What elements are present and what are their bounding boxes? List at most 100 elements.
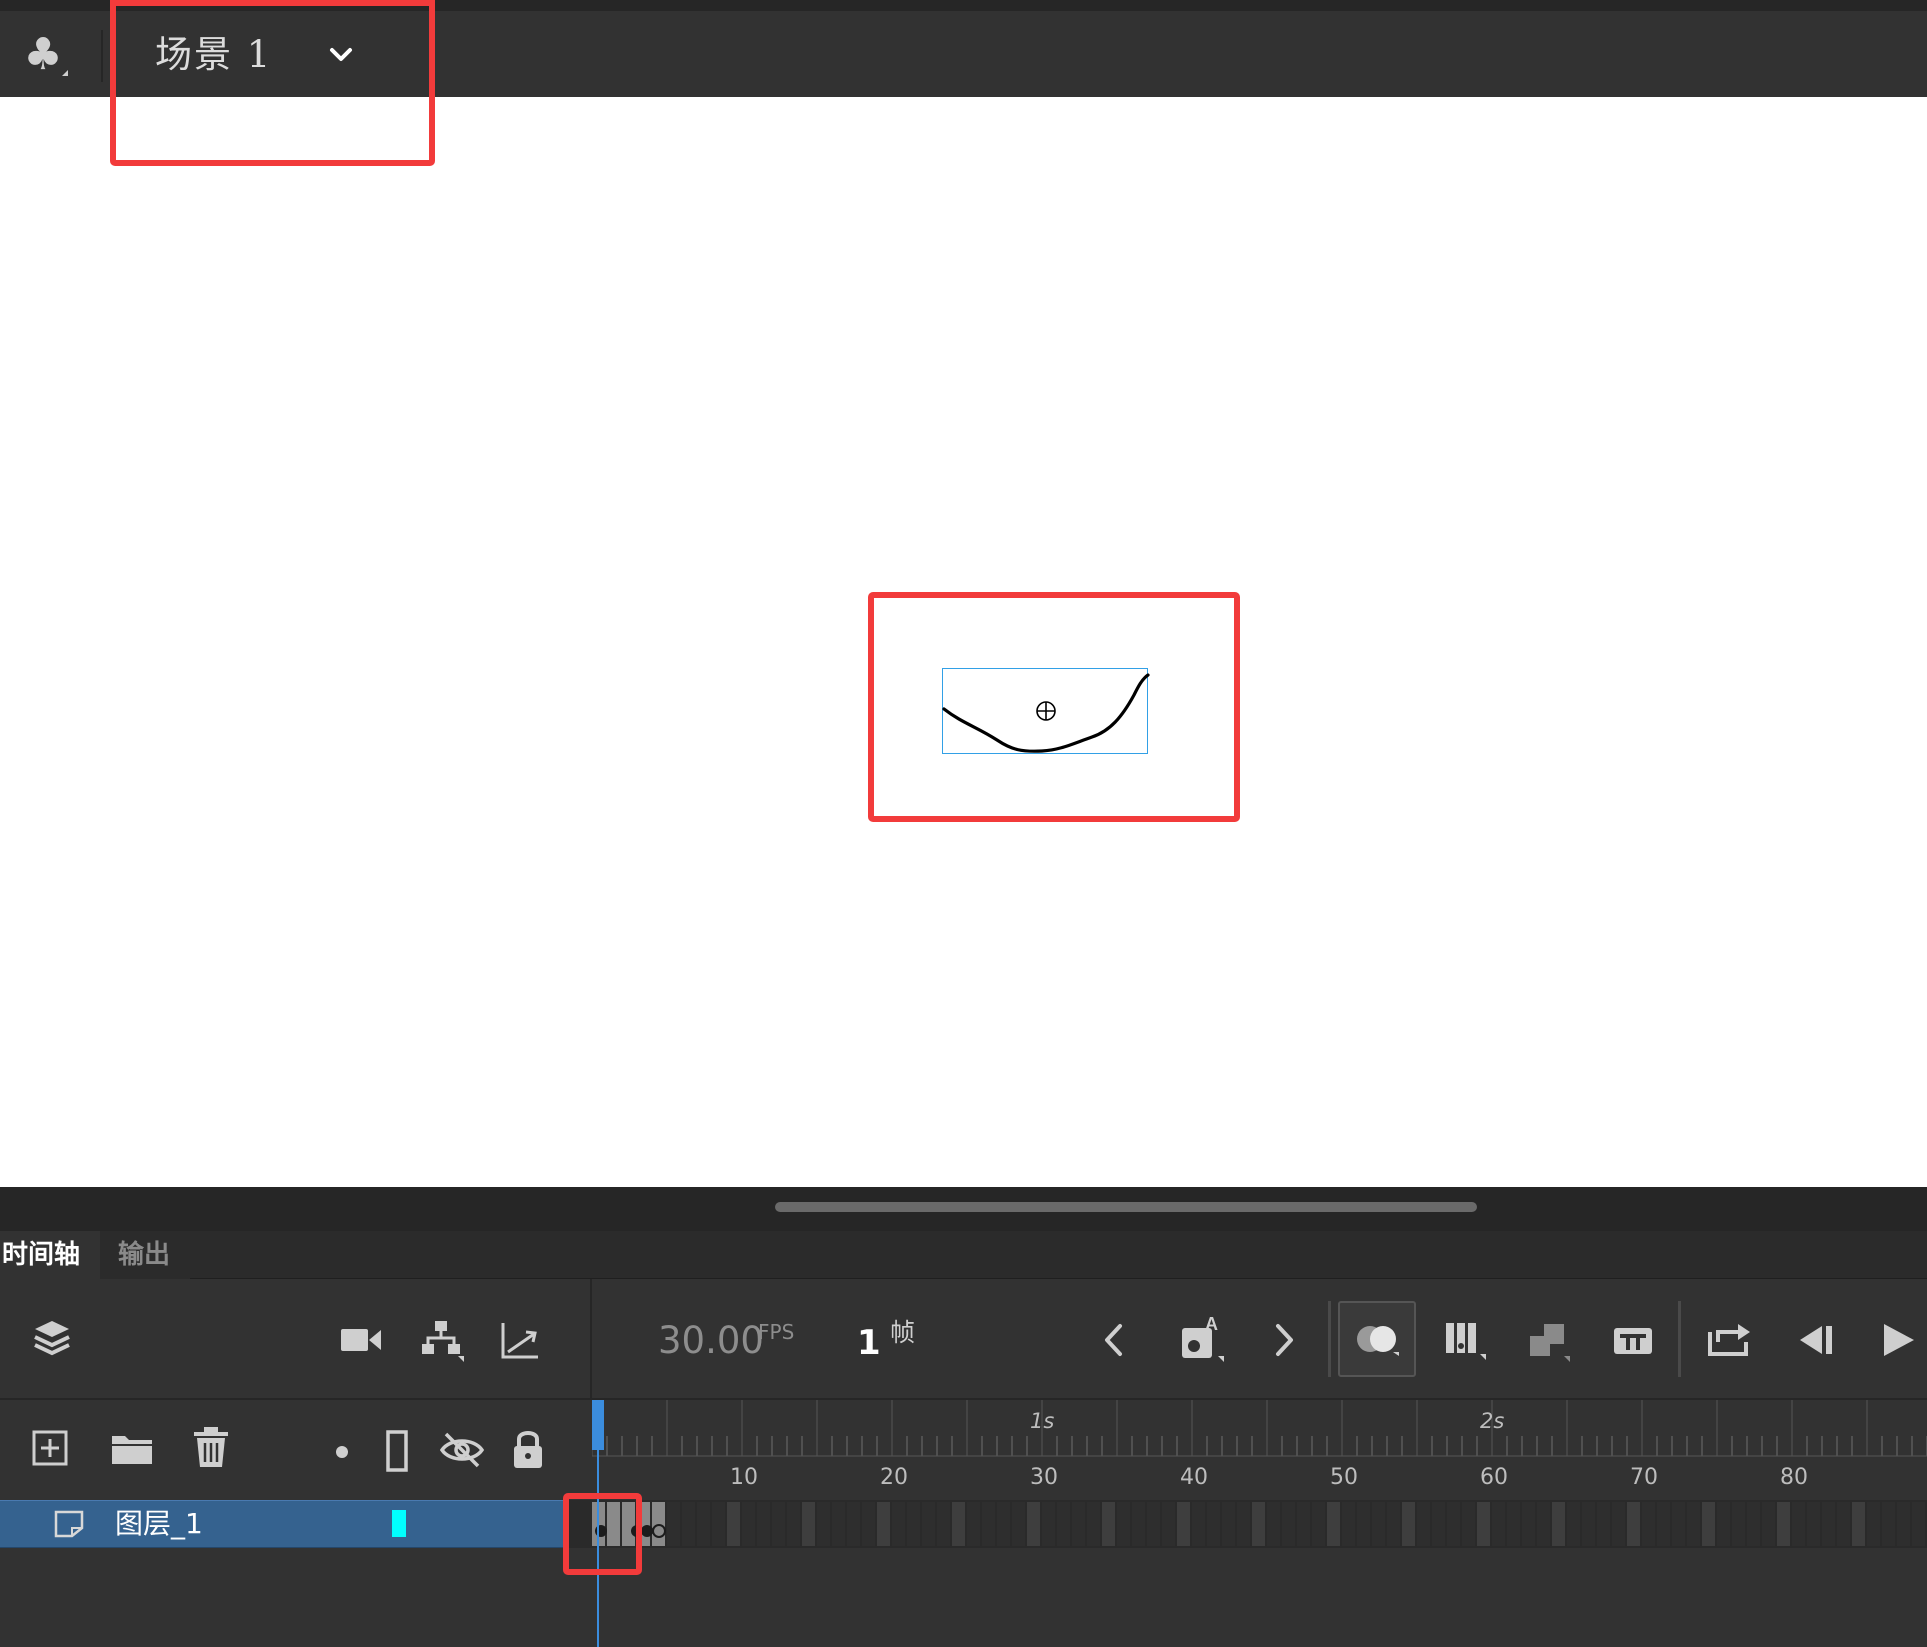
layer-to-symbol-icon[interactable] <box>1528 1320 1572 1362</box>
frame-cell <box>997 1502 1010 1546</box>
frame-cell <box>1372 1502 1385 1546</box>
lock-icon[interactable] <box>512 1428 544 1470</box>
chevron-right-icon[interactable] <box>1270 1322 1298 1358</box>
ruler-label-50: 50 <box>1330 1465 1358 1490</box>
ruler-label-70: 70 <box>1630 1465 1658 1490</box>
ruler-second-2: 2s <box>1480 1409 1505 1433</box>
parenting-icon[interactable] <box>420 1320 464 1362</box>
frame-cell <box>1102 1502 1115 1546</box>
edit-multiple-frames-icon[interactable] <box>1444 1320 1488 1360</box>
ruler-label-40: 40 <box>1180 1465 1208 1490</box>
stage-scrollbar-thumb[interactable] <box>775 1202 1477 1212</box>
chevron-left-icon[interactable] <box>1100 1322 1128 1358</box>
tab-timeline[interactable]: 时间轴 <box>0 1231 100 1279</box>
frame-cell <box>1192 1502 1205 1546</box>
step-back-icon[interactable] <box>1796 1322 1836 1358</box>
frame-cell <box>1822 1502 1835 1546</box>
panel-tab-bar <box>0 1231 1927 1279</box>
frame-cell <box>1747 1502 1760 1546</box>
frame-cell <box>1687 1502 1700 1546</box>
frame-cell <box>1357 1502 1370 1546</box>
frame-cell <box>1897 1502 1910 1546</box>
frame-cell <box>1642 1502 1655 1546</box>
frame-cell <box>667 1502 680 1546</box>
new-layer-icon[interactable] <box>32 1430 68 1466</box>
frame-cell <box>847 1502 860 1546</box>
frame-cell <box>1402 1502 1415 1546</box>
frame-cell <box>1792 1502 1805 1546</box>
current-frame[interactable]: 1 <box>857 1320 881 1366</box>
frame-cell <box>1852 1502 1865 1546</box>
loop-icon[interactable] <box>1706 1318 1752 1360</box>
frame-cell <box>1342 1502 1355 1546</box>
toolbar-divider <box>101 30 103 82</box>
frame-cell <box>652 1502 665 1546</box>
outline-icon[interactable] <box>386 1430 408 1472</box>
frame-cell <box>757 1502 770 1546</box>
trash-icon[interactable] <box>192 1426 230 1468</box>
graph-icon[interactable] <box>500 1320 540 1360</box>
frame-span-icon[interactable] <box>1612 1322 1654 1358</box>
frame-cell <box>1807 1502 1820 1546</box>
frame-cell <box>1327 1502 1340 1546</box>
frame-cell <box>1162 1502 1175 1546</box>
frame-cell <box>1582 1502 1595 1546</box>
frame-cell <box>1432 1502 1445 1546</box>
frame-cell <box>1702 1502 1715 1546</box>
frame-cell <box>1477 1502 1490 1546</box>
frame-cell <box>1657 1502 1670 1546</box>
ruler-label-30: 30 <box>1030 1465 1058 1490</box>
frame-cell <box>1297 1502 1310 1546</box>
frame-cell <box>862 1502 875 1546</box>
frame-cell <box>1867 1502 1880 1546</box>
frame-cell <box>1237 1502 1250 1546</box>
layer-color-swatch[interactable] <box>392 1510 406 1537</box>
frame-cell <box>1042 1502 1055 1546</box>
timeline-empty-area <box>0 1548 1927 1647</box>
insert-keyframe-icon[interactable]: A <box>1180 1316 1226 1362</box>
frame-cell <box>877 1502 890 1546</box>
club-icon[interactable]: ♣ <box>20 32 68 78</box>
frame-cell <box>1312 1502 1325 1546</box>
ruler-label-80: 80 <box>1780 1465 1808 1490</box>
frame-cell <box>1387 1502 1400 1546</box>
frame-cell <box>1462 1502 1475 1546</box>
folder-icon[interactable] <box>110 1430 154 1466</box>
layer-row[interactable] <box>0 1500 565 1548</box>
frame-cell <box>1117 1502 1130 1546</box>
frame-cell <box>922 1502 935 1546</box>
frame-cell <box>907 1502 920 1546</box>
ruler-second-1: 1s <box>1030 1409 1055 1433</box>
onion-skin-icon[interactable] <box>1355 1322 1401 1356</box>
frame-cell <box>1012 1502 1025 1546</box>
frame-cell <box>1222 1502 1235 1546</box>
highlight-dot-icon[interactable] <box>334 1444 350 1460</box>
frame-cell <box>1087 1502 1100 1546</box>
play-icon[interactable] <box>1880 1322 1916 1358</box>
camera-icon[interactable] <box>340 1325 382 1355</box>
frame-cell <box>1417 1502 1430 1546</box>
frame-cell <box>787 1502 800 1546</box>
frame-cell <box>1597 1502 1610 1546</box>
frame-cell <box>832 1502 845 1546</box>
frame-cell <box>1027 1502 1040 1546</box>
fps-value[interactable]: 30.00 <box>658 1318 764 1364</box>
frame-cell <box>772 1502 785 1546</box>
layer-name[interactable]: 图层_1 <box>115 1505 203 1543</box>
frame-cell <box>817 1502 830 1546</box>
frame-cell <box>982 1502 995 1546</box>
frame-cell <box>1282 1502 1295 1546</box>
timeline-divider <box>590 1279 592 1399</box>
ruler-label-10: 10 <box>730 1465 758 1490</box>
toolbar-separator-2 <box>1678 1301 1681 1377</box>
ruler-label-20: 20 <box>880 1465 908 1490</box>
visibility-hidden-icon[interactable] <box>440 1430 484 1470</box>
frame-cell <box>1567 1502 1580 1546</box>
frame-cells[interactable] <box>565 1500 1927 1548</box>
frame-cell <box>1777 1502 1790 1546</box>
frame-cell <box>1252 1502 1265 1546</box>
frame-cell <box>1267 1502 1280 1546</box>
layers-icon[interactable] <box>32 1318 72 1360</box>
tab-output[interactable]: 输出 <box>100 1231 190 1279</box>
frame-cell <box>1522 1502 1535 1546</box>
